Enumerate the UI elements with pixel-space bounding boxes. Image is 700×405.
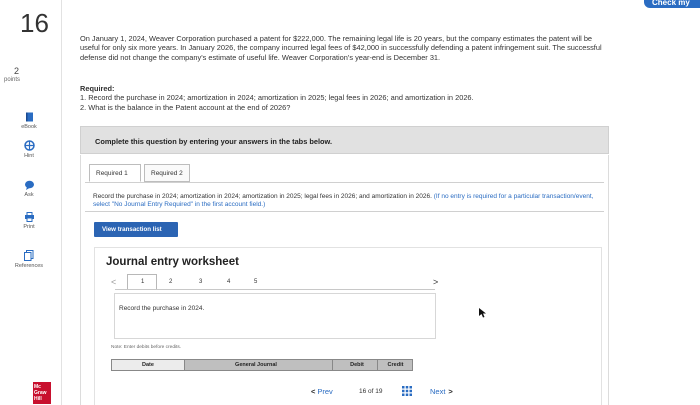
next-label: Next	[430, 387, 446, 396]
ask-tool[interactable]: Ask	[6, 180, 52, 198]
next-question-button[interactable]: Next >	[430, 387, 453, 396]
references-tool[interactable]: References	[6, 250, 52, 269]
record-instruction-text: Record the purchase in 2024.	[119, 305, 205, 312]
worksheet-page-5[interactable]: 5	[254, 279, 257, 285]
prev-question-button[interactable]: < Prev	[311, 387, 333, 396]
print-icon	[24, 212, 34, 222]
debit-credit-note: Note: Enter debits before credits.	[111, 345, 182, 350]
worksheet-prev-arrow[interactable]: <	[111, 277, 116, 287]
column-credit: Credit	[387, 362, 404, 368]
question-counter: 16 of 19	[359, 388, 383, 395]
ask-label: Ask	[24, 192, 34, 198]
print-tool[interactable]: Print	[6, 212, 52, 230]
required-item-2: 2. What is the balance in the Patent acc…	[80, 102, 291, 112]
journal-table-header: Date General Journal Debit Credit	[111, 359, 413, 371]
tab-instruction: Record the purchase in 2024; amortizatio…	[93, 193, 603, 210]
points-value: 2	[14, 66, 20, 76]
references-label: References	[14, 263, 44, 269]
ask-icon	[24, 180, 34, 190]
chevron-right-icon: >	[448, 387, 453, 396]
references-icon	[24, 250, 34, 261]
problem-statement: On January 1, 2024, Weaver Corporation p…	[80, 34, 602, 62]
pager-line	[115, 289, 435, 290]
required-section: Required: 1. Record the purchase in 2024…	[80, 84, 604, 112]
check-my-work-button[interactable]: Check my	[644, 0, 700, 8]
required-heading: Required:	[80, 84, 115, 93]
worksheet-page-3[interactable]: 3	[199, 279, 202, 285]
column-general-journal: General Journal	[235, 362, 277, 368]
prev-label: Prev	[317, 387, 333, 396]
publisher-logo: Mc Graw Hill	[33, 382, 51, 404]
mouse-cursor-icon	[479, 308, 486, 318]
instruction-band: Complete this question by entering your …	[80, 126, 609, 154]
tab-required-1[interactable]: Required 1	[89, 164, 141, 182]
points-label: points	[4, 77, 21, 83]
ebook-tool[interactable]: eBook	[6, 112, 52, 130]
view-transaction-list-button[interactable]: View transaction list	[94, 222, 178, 237]
question-grid-icon[interactable]	[402, 386, 412, 396]
column-separator	[332, 360, 333, 370]
column-date: Date	[112, 360, 184, 370]
worksheet-next-arrow[interactable]: >	[433, 277, 438, 287]
instruction-text: Complete this question by entering your …	[95, 137, 333, 146]
hint-tool[interactable]: Hint	[6, 140, 52, 159]
column-separator	[184, 360, 185, 370]
ebook-label: eBook	[21, 124, 37, 130]
left-rail: 16 2 points eBook Hint Ask Print Referen…	[0, 0, 62, 405]
tab-required-2[interactable]: Required 2	[144, 164, 190, 182]
hint-label: Hint	[24, 153, 34, 159]
tab-instruction-main: Record the purchase in 2024; amortizatio…	[93, 193, 432, 200]
hint-icon	[23, 140, 35, 151]
chevron-left-icon: <	[311, 387, 316, 396]
book-icon	[25, 112, 33, 122]
column-debit: Debit	[350, 362, 364, 368]
print-label: Print	[23, 224, 35, 230]
question-number: 16	[20, 8, 49, 38]
worksheet-title: Journal entry worksheet	[106, 256, 239, 268]
worksheet-page-1[interactable]: 1	[141, 279, 144, 285]
required-item-1: 1. Record the purchase in 2024; amortiza…	[80, 93, 474, 103]
worksheet-page-4[interactable]: 4	[227, 279, 230, 285]
record-instruction-box: Record the purchase in 2024.	[114, 293, 436, 339]
worksheet-page-2[interactable]: 2	[169, 279, 172, 285]
